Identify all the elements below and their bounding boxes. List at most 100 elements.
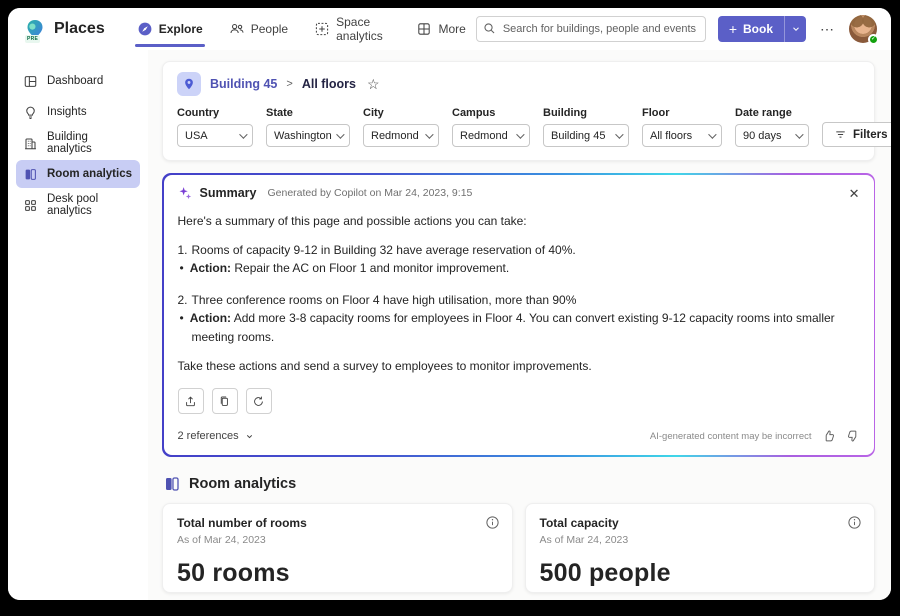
bullet: • <box>180 261 190 275</box>
chevron-down-icon <box>615 130 623 138</box>
places-logo-icon: PRE <box>24 18 46 40</box>
total-rooms-card: Total number of rooms As of Mar 24, 2023… <box>162 503 513 593</box>
filter-card: Building 45 > All floors ☆ Country USA S… <box>162 61 875 161</box>
summary-outro: Take these actions and send a survey to … <box>178 359 860 373</box>
room-analytics-section-header: Room analytics <box>164 476 875 492</box>
info-icon[interactable] <box>847 515 862 530</box>
chevron-down-icon <box>516 130 524 138</box>
tab-label: Space analytics <box>336 15 390 43</box>
summary-actions-toolbar <box>178 388 860 414</box>
date-range-dropdown[interactable]: 90 days <box>735 124 809 147</box>
search-input[interactable] <box>476 16 706 42</box>
filter-label: Country <box>177 107 253 119</box>
sidebar-item-room-analytics[interactable]: Room analytics <box>16 160 140 188</box>
filter-city: City Redmond <box>363 107 439 147</box>
tab-more[interactable]: More <box>406 8 475 50</box>
state-dropdown[interactable]: Washington <box>266 124 350 147</box>
info-icon[interactable] <box>485 515 500 530</box>
copy-icon <box>218 395 231 408</box>
breadcrumb: Building 45 > All floors ☆ <box>177 72 860 96</box>
plus-icon: + <box>729 21 737 37</box>
filter-label: Floor <box>642 107 722 119</box>
book-button[interactable]: + Book <box>718 16 784 42</box>
room-analytics-icon <box>164 476 180 492</box>
dropdown-value: All floors <box>650 130 692 142</box>
app-body: Dashboard Insights Building analytics Ro… <box>8 50 891 600</box>
sidebar-item-label: Desk pool analytics <box>47 193 133 217</box>
thumbs-down-icon[interactable] <box>846 429 860 443</box>
filter-date-range: Date range 90 days <box>735 107 809 147</box>
regenerate-button[interactable] <box>246 388 272 414</box>
sidebar-item-desk-pool-analytics[interactable]: Desk pool analytics <box>16 191 140 219</box>
chevron-down-icon <box>336 130 344 138</box>
book-dropdown-button[interactable] <box>784 16 806 42</box>
section-title: Room analytics <box>189 476 296 492</box>
close-icon[interactable]: ✕ <box>849 187 860 200</box>
app-logo[interactable]: PRE Places <box>24 18 105 40</box>
copy-button[interactable] <box>212 388 238 414</box>
breadcrumb-separator: > <box>286 78 292 90</box>
list-number: 2. <box>178 293 192 307</box>
floor-dropdown[interactable]: All floors <box>642 124 722 147</box>
summary-finding: 2.Three conference rooms on Floor 4 have… <box>178 291 860 310</box>
sidebar-item-dashboard[interactable]: Dashboard <box>16 67 140 95</box>
filter-state: State Washington <box>266 107 350 147</box>
building-dropdown[interactable]: Building 45 <box>543 124 629 147</box>
filter-label: State <box>266 107 350 119</box>
dashboard-icon <box>23 74 38 89</box>
people-icon <box>229 21 245 37</box>
dropdown-value: Washington <box>274 130 332 142</box>
compass-icon <box>137 21 153 37</box>
tab-explore[interactable]: Explore <box>127 8 213 50</box>
dropdown-value: Redmond <box>371 130 419 142</box>
filter-country: Country USA <box>177 107 253 147</box>
references-toggle[interactable]: 2 references <box>178 430 254 442</box>
tab-people[interactable]: People <box>219 8 298 50</box>
dropdown-value: 90 days <box>743 130 782 142</box>
active-tab-underline <box>135 44 205 47</box>
filter-row: Country USA State Washington City Redmon… <box>177 107 860 147</box>
filter-building: Building Building 45 <box>543 107 629 147</box>
thumbs-up-icon[interactable] <box>822 429 836 443</box>
total-capacity-value: 500 people <box>540 559 861 588</box>
sidebar-item-label: Room analytics <box>47 168 132 180</box>
chevron-down-icon <box>708 130 716 138</box>
campus-dropdown[interactable]: Redmond <box>452 124 530 147</box>
search-icon <box>483 22 496 35</box>
filter-floor: Floor All floors <box>642 107 722 147</box>
filter-label: City <box>363 107 439 119</box>
favorite-star-icon[interactable]: ☆ <box>367 76 380 93</box>
copilot-sparkle-icon <box>178 186 193 201</box>
overflow-menu-button[interactable]: ⋯ <box>818 21 837 38</box>
sidebar-item-label: Building analytics <box>47 131 133 155</box>
share-button[interactable] <box>178 388 204 414</box>
sidebar-item-insights[interactable]: Insights <box>16 98 140 126</box>
filter-label: Campus <box>452 107 530 119</box>
total-rooms-value: 50 rooms <box>177 559 498 588</box>
sidebar-item-label: Dashboard <box>47 75 103 87</box>
action-text: Repair the AC on Floor 1 and monitor imp… <box>234 261 509 275</box>
main-content: Building 45 > All floors ☆ Country USA S… <box>148 50 891 600</box>
action-text: Add more 3-8 capacity rooms for employee… <box>192 311 835 344</box>
tab-space-analytics[interactable]: Space analytics <box>304 8 400 50</box>
breadcrumb-floors[interactable]: All floors <box>302 77 356 91</box>
book-split-button: + Book <box>718 16 806 42</box>
filters-button[interactable]: Filters <box>822 122 891 147</box>
summary-footer-right: AI-generated content may be incorrect <box>650 429 860 443</box>
summary-card: Summary Generated by Copilot on Mar 24, … <box>164 175 874 456</box>
sidebar-item-building-analytics[interactable]: Building analytics <box>16 129 140 157</box>
tab-label: People <box>251 22 288 36</box>
desk-pool-icon <box>23 198 38 213</box>
breadcrumb-building[interactable]: Building 45 <box>210 77 277 91</box>
analytics-cards-grid: Total number of rooms As of Mar 24, 2023… <box>162 503 875 600</box>
tab-label: More <box>438 22 465 36</box>
city-dropdown[interactable]: Redmond <box>363 124 439 147</box>
country-dropdown[interactable]: USA <box>177 124 253 147</box>
chevron-down-icon <box>425 130 433 138</box>
avatar[interactable]: ✓ <box>849 15 877 43</box>
chevron-down-icon <box>795 130 803 138</box>
list-number: 1. <box>178 243 192 257</box>
top-nav-tabs: Explore People Space analytics More <box>127 8 476 50</box>
ai-disclaimer: AI-generated content may be incorrect <box>650 431 812 442</box>
dropdown-value: Redmond <box>460 130 508 142</box>
